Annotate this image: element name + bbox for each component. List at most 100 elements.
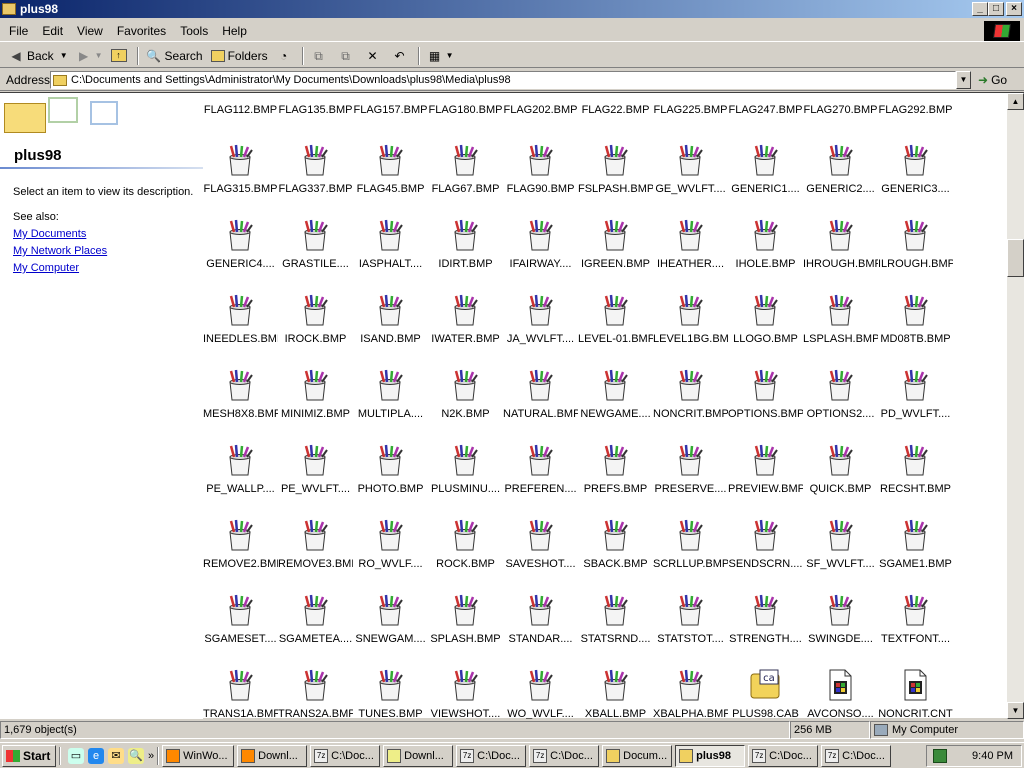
file-item[interactable]: ISAND.BMP xyxy=(353,293,428,353)
up-folder-button[interactable]: ↑ xyxy=(107,45,134,67)
file-item[interactable]: MINIMIZ.BMP xyxy=(278,368,353,428)
file-item[interactable]: FLAG90.BMP xyxy=(503,143,578,203)
file-item[interactable]: IROCK.BMP xyxy=(278,293,353,353)
task-button-downl-1[interactable]: Downl... xyxy=(237,744,308,767)
forward-button[interactable]: ▶ ▼ xyxy=(72,45,107,67)
file-item[interactable]: PLUSMINU.... xyxy=(428,443,503,503)
file-item[interactable]: GENERIC1.... xyxy=(728,143,803,203)
file-item[interactable]: SGAMETEA.... xyxy=(278,593,353,653)
file-item[interactable]: LEVEL-01.BMP xyxy=(578,293,653,353)
internet-explorer-icon[interactable]: e xyxy=(88,747,104,764)
scrollbar-thumb[interactable] xyxy=(1007,239,1024,277)
scroll-down-button[interactable]: ▼ xyxy=(1007,702,1024,719)
menu-file[interactable]: File xyxy=(2,24,35,38)
file-item[interactable]: NATURAL.BMP xyxy=(503,368,578,428)
file-item[interactable]: LLOGO.BMP xyxy=(728,293,803,353)
task-button-docum[interactable]: Docum... xyxy=(602,744,673,767)
file-item[interactable]: OPTIONS.BMP xyxy=(728,368,803,428)
menu-view[interactable]: View xyxy=(70,24,110,38)
file-item[interactable]: SF_WVLFT.... xyxy=(803,518,878,578)
file-item[interactable]: RECSHT.BMP xyxy=(878,443,953,503)
file-item[interactable]: IASPHALT.... xyxy=(353,218,428,278)
file-item[interactable]: REMOVE3.BMP xyxy=(278,518,353,578)
address-dropdown-button[interactable]: ▼ xyxy=(956,71,971,89)
file-item[interactable]: IDIRT.BMP xyxy=(428,218,503,278)
file-item[interactable]: MD08TB.BMP xyxy=(878,293,953,353)
file-item[interactable]: SBACK.BMP xyxy=(578,518,653,578)
file-item[interactable]: REMOVE2.BMP xyxy=(203,518,278,578)
move-to-button[interactable]: ⧉ xyxy=(307,45,334,67)
file-item[interactable]: NEWGAME.... xyxy=(578,368,653,428)
file-item[interactable]: XBALL.BMP xyxy=(578,668,653,719)
file-item[interactable]: GE_WVLFT.... xyxy=(653,143,728,203)
file-item[interactable]: SCRLLUP.BMP xyxy=(653,518,728,578)
file-item[interactable]: FLAG112.BMP xyxy=(203,93,278,140)
menu-tools[interactable]: Tools xyxy=(173,24,215,38)
file-item[interactable]: RO_WVLF.... xyxy=(353,518,428,578)
file-item[interactable]: FLAG315.BMP xyxy=(203,143,278,203)
file-item[interactable]: OPTIONS2.... xyxy=(803,368,878,428)
file-item[interactable]: MESH8X8.BMP xyxy=(203,368,278,428)
show-desktop-icon[interactable]: ▭ xyxy=(68,747,84,764)
file-item[interactable]: GENERIC3.... xyxy=(878,143,953,203)
file-item[interactable]: SAVESHOT.... xyxy=(503,518,578,578)
file-item[interactable]: FLAG270.BMP xyxy=(803,93,878,140)
file-item[interactable]: SNEWGAM.... xyxy=(353,593,428,653)
maximize-button[interactable]: □ xyxy=(988,2,1004,16)
file-item[interactable]: ROCK.BMP xyxy=(428,518,503,578)
task-button-winwo[interactable]: WinWo... xyxy=(162,744,235,767)
minimize-button[interactable]: _ xyxy=(972,2,988,16)
menu-favorites[interactable]: Favorites xyxy=(110,24,173,38)
views-button[interactable]: ▦ ▼ xyxy=(423,45,458,67)
file-item[interactable]: PHOTO.BMP xyxy=(353,443,428,503)
file-item[interactable]: IWATER.BMP xyxy=(428,293,503,353)
link-my-network-places[interactable]: My Network Places xyxy=(13,245,107,257)
file-item[interactable]: WO_WVLF.... xyxy=(503,668,578,719)
file-item[interactable]: PD_WVLFT.... xyxy=(878,368,953,428)
task-button-cdoc-4[interactable]: 7z C:\Doc... xyxy=(748,744,819,767)
file-item[interactable]: FLAG225.BMP xyxy=(653,93,728,140)
back-button[interactable]: ◀ Back ▼ xyxy=(4,45,72,67)
menu-edit[interactable]: Edit xyxy=(35,24,70,38)
file-item[interactable]: SENDSCRN.... xyxy=(728,518,803,578)
file-item[interactable]: SGAMESET.... xyxy=(203,593,278,653)
file-item[interactable]: PE_WVLFT.... xyxy=(278,443,353,503)
file-item[interactable]: FLAG337.BMP xyxy=(278,143,353,203)
address-field[interactable]: C:\Documents and Settings\Administrator\… xyxy=(50,71,956,89)
file-item[interactable]: FLAG202.BMP xyxy=(503,93,578,140)
outlook-express-icon[interactable]: ✉ xyxy=(108,747,124,764)
file-item[interactable]: PREFS.BMP xyxy=(578,443,653,503)
file-item[interactable]: QUICK.BMP xyxy=(803,443,878,503)
file-item[interactable]: FLAG180.BMP xyxy=(428,93,503,140)
file-item[interactable]: FLAG67.BMP xyxy=(428,143,503,203)
copy-to-button[interactable]: ⧉ xyxy=(334,45,361,67)
file-item[interactable]: ca PLUS98.CAB xyxy=(728,668,803,719)
file-item[interactable]: FLAG45.BMP xyxy=(353,143,428,203)
close-button[interactable]: × xyxy=(1006,2,1022,16)
file-item[interactable]: IHROUGH.BMP xyxy=(803,218,878,278)
file-item[interactable]: TRANS2A.BMP xyxy=(278,668,353,719)
link-my-computer[interactable]: My Computer xyxy=(13,262,79,274)
file-item[interactable]: VIEWSHOT.... xyxy=(428,668,503,719)
file-item[interactable]: XBALPHA.BMP xyxy=(653,668,728,719)
file-item[interactable]: NONCRIT.BMP xyxy=(653,368,728,428)
search-button[interactable]: 🔍 Search xyxy=(142,45,207,67)
clock[interactable]: 9:40 PM xyxy=(972,750,1013,762)
file-item[interactable]: IHEATHER.... xyxy=(653,218,728,278)
file-item[interactable]: GRASTILE.... xyxy=(278,218,353,278)
more-quick-launch-icon[interactable]: » xyxy=(148,750,154,762)
file-item[interactable]: FLAG292.BMP xyxy=(878,93,953,140)
file-item[interactable]: AVCONSO.... xyxy=(803,668,878,719)
file-item[interactable]: STATSTOT.... xyxy=(653,593,728,653)
scroll-up-button[interactable]: ▲ xyxy=(1007,93,1024,110)
file-item[interactable]: GENERIC4.... xyxy=(203,218,278,278)
quick-launch-search-icon[interactable]: 🔍 xyxy=(128,747,144,764)
go-button[interactable]: ➜ Go xyxy=(978,71,1007,89)
task-button-cdoc-2[interactable]: 7z C:\Doc... xyxy=(456,744,527,767)
vertical-scrollbar[interactable]: ▲ ▼ xyxy=(1007,93,1024,719)
link-my-documents[interactable]: My Documents xyxy=(13,228,86,240)
task-button-cdoc-3[interactable]: 7z C:\Doc... xyxy=(529,744,600,767)
file-item[interactable]: INEEDLES.BMP xyxy=(203,293,278,353)
task-button-cdoc-1[interactable]: 7z C:\Doc... xyxy=(310,744,381,767)
file-item[interactable]: STANDAR.... xyxy=(503,593,578,653)
